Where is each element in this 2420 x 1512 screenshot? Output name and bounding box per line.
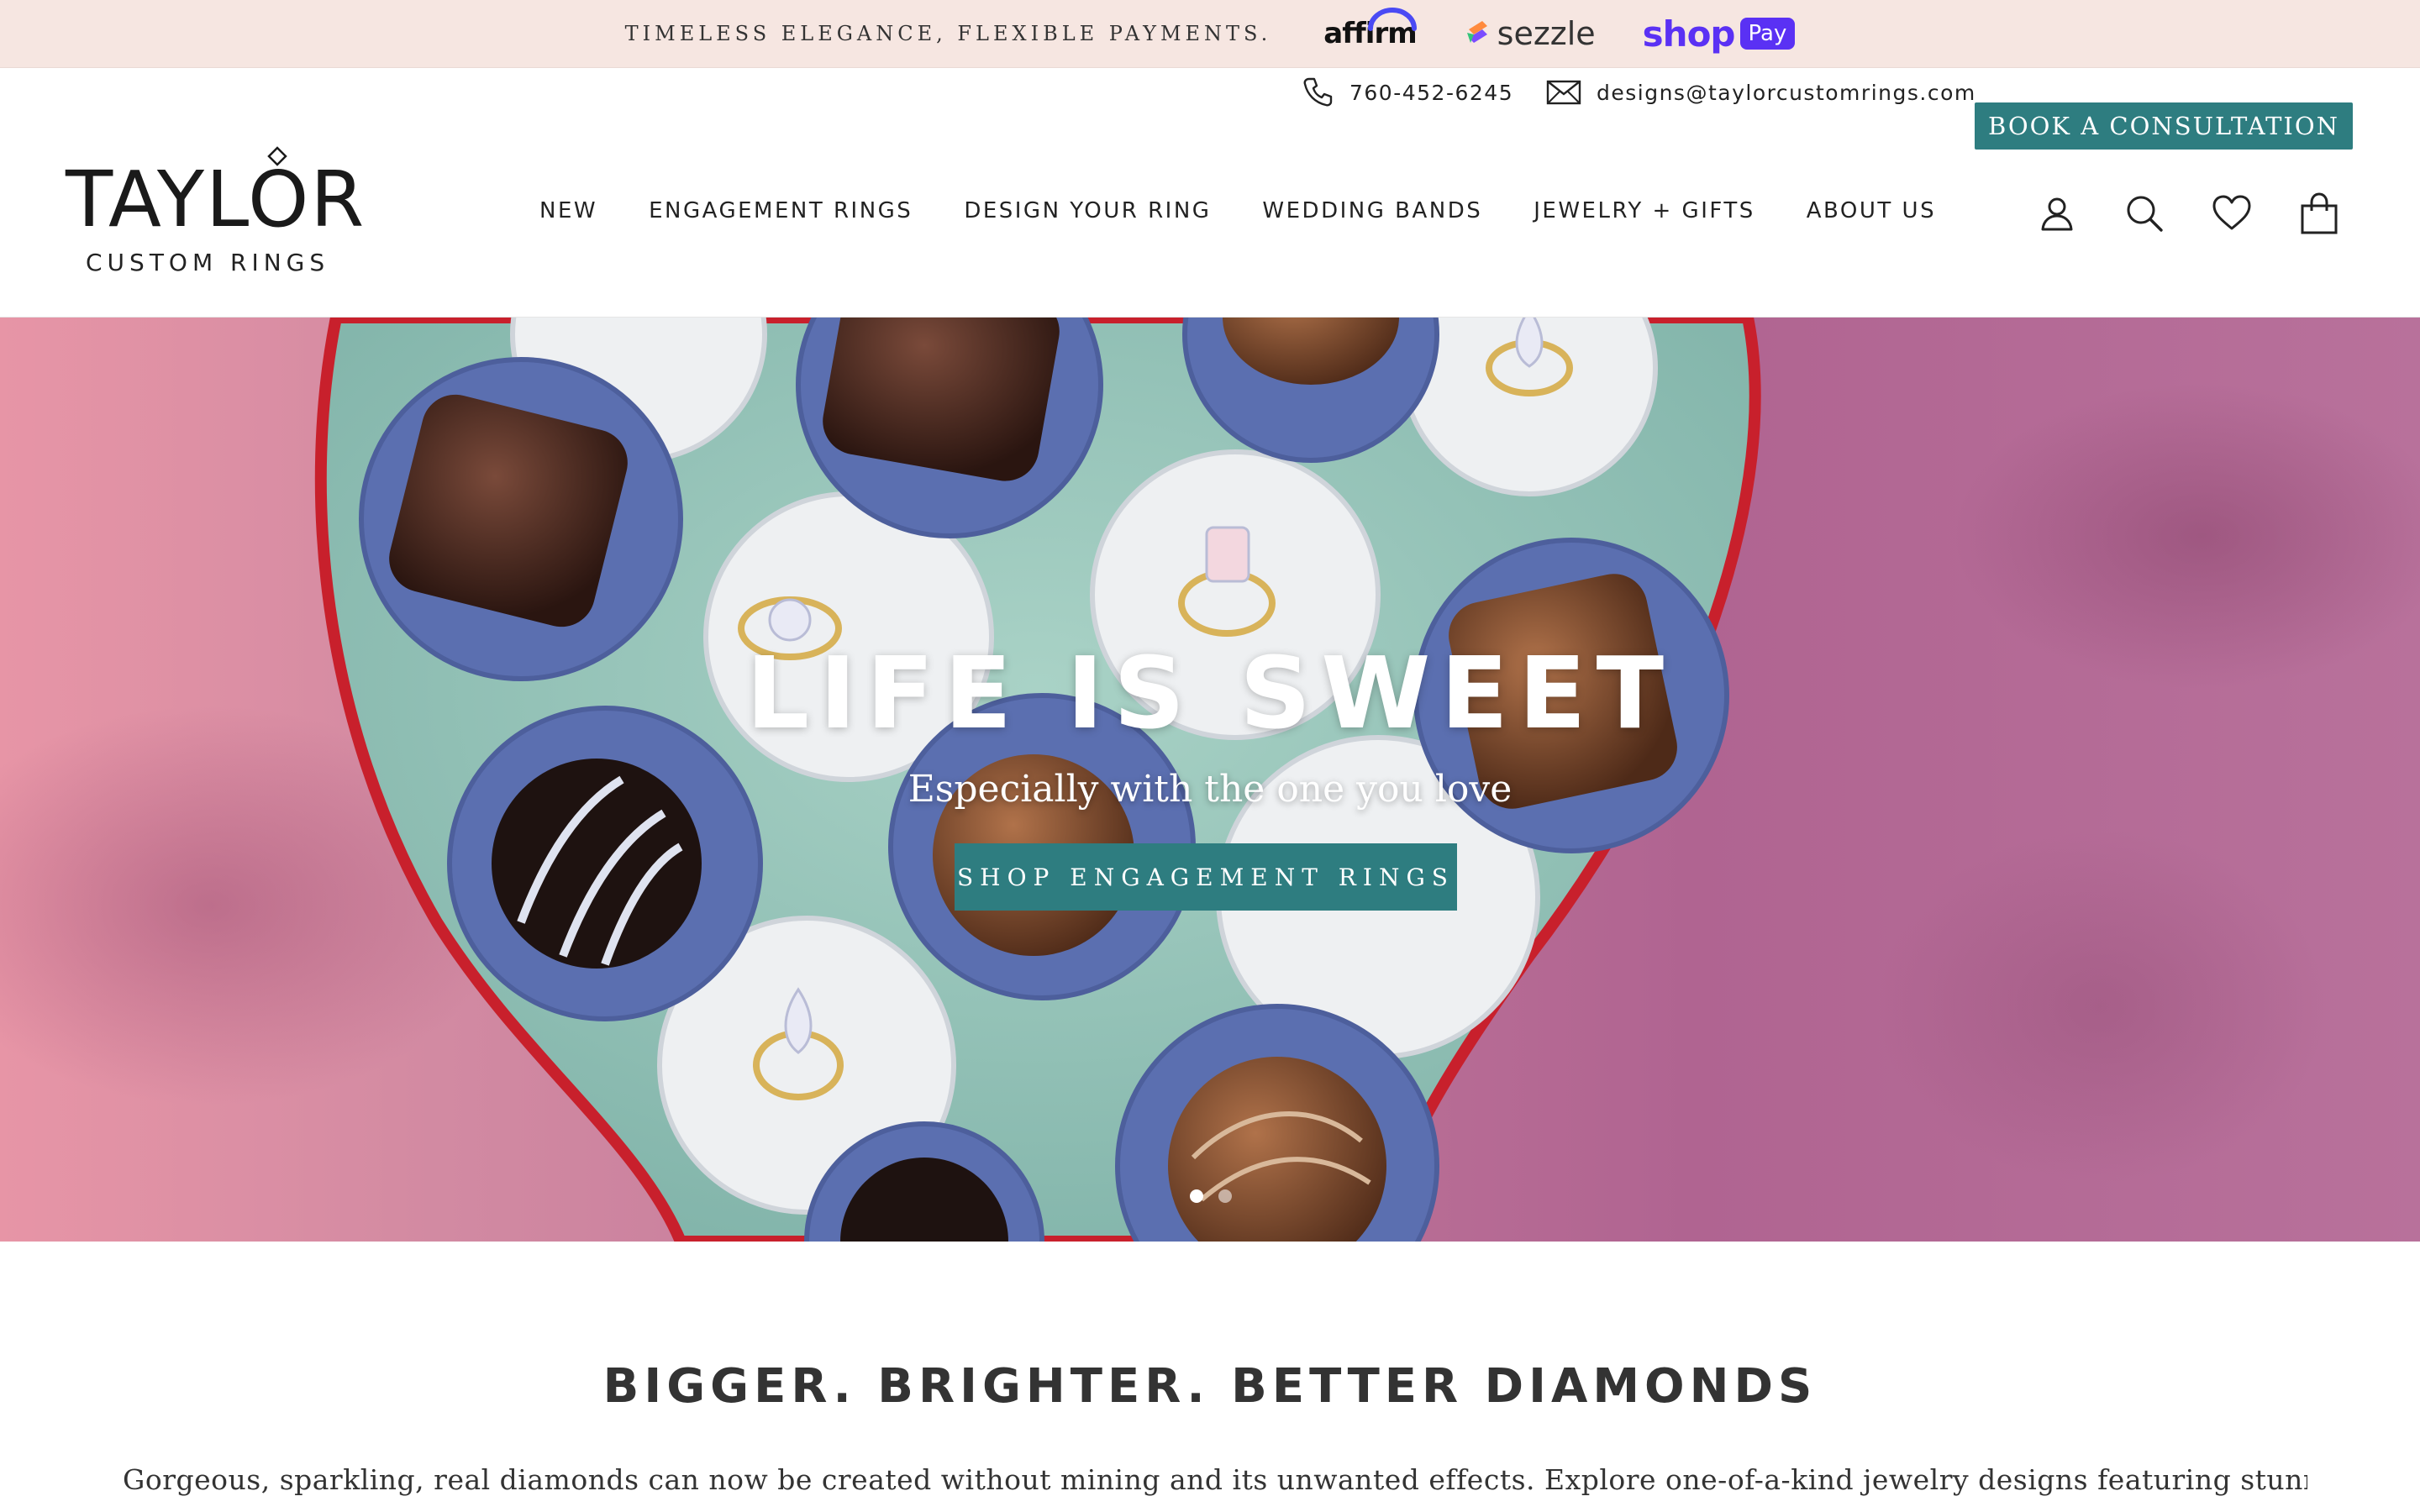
hero-title: LIFE IS SWEET — [745, 635, 1675, 751]
sezzle-logo-text: sezzle — [1497, 15, 1596, 52]
section-title: BIGGER. BRIGHTER. BETTER DIAMONDS — [602, 1359, 1818, 1414]
hero-content: LIFE IS SWEET Especially with the one yo… — [0, 318, 2420, 1242]
phone-icon — [1303, 77, 1333, 107]
nav-item-jewelry-gifts[interactable]: JEWELRY + GIFTS — [1534, 198, 1755, 223]
heart-icon[interactable] — [2210, 192, 2254, 235]
main-nav: NEW ENGAGEMENT RINGS DESIGN YOUR RING WE… — [539, 198, 1936, 223]
book-consultation-button[interactable]: BOOK A CONSULTATION — [1975, 102, 2353, 150]
brand-name: TAYLOR — [66, 155, 366, 244]
nav-item-wedding-bands[interactable]: WEDDING BANDS — [1262, 198, 1482, 223]
slide-dot-1[interactable] — [1190, 1189, 1203, 1203]
nav-item-about-us[interactable]: ABOUT US — [1807, 198, 1936, 223]
account-icon[interactable] — [2035, 192, 2079, 235]
section-text: Gorgeous, sparkling, real diamonds can n… — [123, 1463, 2307, 1496]
ring-diamond-icon — [267, 146, 287, 166]
nav-item-engagement-rings[interactable]: ENGAGEMENT RINGS — [649, 198, 913, 223]
affirm-logo: affirm — [1323, 8, 1418, 50]
nav-item-new[interactable]: NEW — [539, 198, 597, 223]
email-link[interactable]: designs@taylorcustomrings.com — [1546, 69, 1976, 116]
brand-tagline: CUSTOM RINGS — [86, 249, 330, 276]
email-address: designs@taylorcustomrings.com — [1597, 80, 1976, 105]
header-actions — [2035, 192, 2341, 235]
pay-badge: Pay — [1739, 18, 1796, 50]
slide-dot-2[interactable] — [1218, 1189, 1232, 1203]
search-icon[interactable] — [2123, 192, 2166, 235]
slide-indicator — [1190, 1189, 1232, 1203]
announcement-bar: TIMELESS ELEGANCE, FLEXIBLE PAYMENTS. af… — [0, 0, 2420, 68]
sezzle-logo: sezzle — [1464, 15, 1596, 52]
phone-link[interactable]: 760-452-6245 — [1301, 69, 1513, 116]
shop-engagement-rings-button[interactable]: SHOP ENGAGEMENT RINGS — [955, 843, 1457, 911]
affirm-arc-icon — [1368, 8, 1418, 31]
phone-number: 760-452-6245 — [1349, 80, 1514, 105]
shop-logo-text: shop — [1642, 13, 1736, 55]
hero-subtitle: Especially with the one you love — [908, 768, 1512, 811]
brand-logo[interactable]: TAYLOR CUSTOM RINGS — [66, 146, 364, 276]
sezzle-mark-icon — [1466, 21, 1487, 43]
bag-icon[interactable] — [2297, 192, 2341, 235]
shop-pay-logo: shop Pay — [1643, 13, 1796, 55]
hero-banner: LIFE IS SWEET Especially with the one yo… — [0, 318, 2420, 1242]
nav-item-design-your-ring[interactable]: DESIGN YOUR RING — [964, 198, 1211, 223]
announcement-text: TIMELESS ELEGANCE, FLEXIBLE PAYMENTS. — [624, 22, 1272, 45]
site-header: TAYLOR CUSTOM RINGS 760-452-6245 designs… — [0, 69, 2420, 318]
envelope-icon — [1546, 80, 1581, 105]
